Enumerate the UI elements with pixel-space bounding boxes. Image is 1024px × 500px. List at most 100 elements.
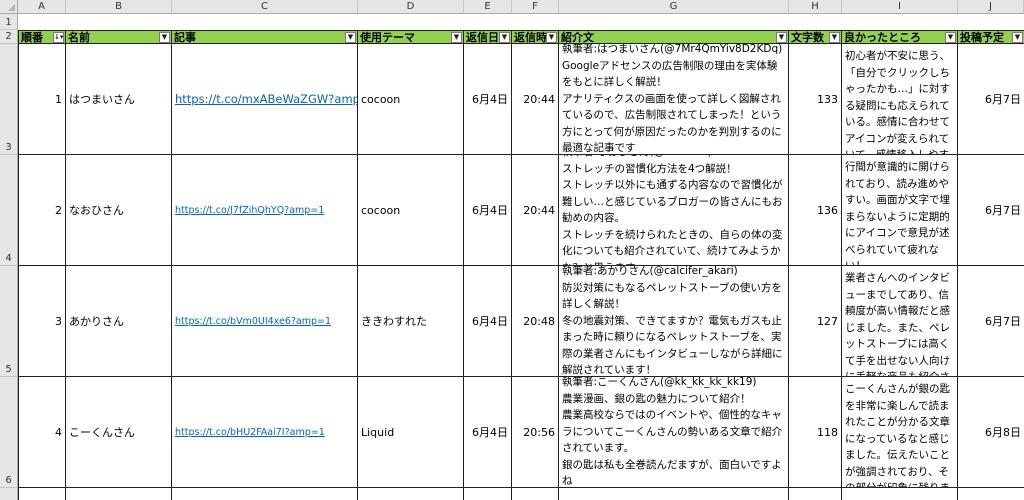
cell-intro[interactable]: 執筆者:はつまいさん(@7Mr4QmYiv8D2KDq) Googleアドセンス…	[559, 44, 789, 155]
header-cell-char-count[interactable]: 文字数 ▼	[789, 30, 842, 44]
cell-order[interactable]: 1	[18, 44, 66, 155]
cell-char-count[interactable]: 136	[789, 155, 842, 266]
cell-intro[interactable]: 執筆者:こーくんさん(@kk_kk_kk_kk19) 農業漫画、銀の匙の魅力につ…	[559, 377, 789, 488]
row-header-5[interactable]: 5	[0, 266, 18, 377]
cell-name[interactable]: なおひさん	[66, 155, 172, 266]
header-cell-reply-date[interactable]: 返信日 ▼	[464, 30, 512, 44]
cell-reply-time[interactable]: 20:44	[512, 44, 559, 155]
header-label: 返信時	[514, 31, 547, 44]
cell-reply-date[interactable]: 6月4日	[464, 377, 512, 488]
filter-dropdown-icon[interactable]: ▼	[159, 32, 170, 43]
header-label: 良かったところ	[844, 31, 921, 44]
filter-dropdown-icon[interactable]: ▼	[546, 32, 557, 43]
filter-dropdown-icon[interactable]: ▼	[499, 32, 510, 43]
cell-theme[interactable]: Liquid	[358, 377, 464, 488]
filter-dropdown-icon[interactable]: ▼	[1012, 32, 1023, 43]
row-header-1[interactable]: 1	[0, 14, 18, 30]
cell-theme[interactable]: cocoon	[358, 155, 464, 266]
cell-char-count[interactable]	[789, 488, 842, 500]
header-cell-reply-time[interactable]: 返信時 ▼	[512, 30, 559, 44]
cell-reply-time[interactable]: 20:56	[512, 377, 559, 488]
header-label: 紹介文	[561, 31, 594, 44]
header-label: 使用テーマ	[360, 31, 415, 44]
cell-reply-date[interactable]: 6月4日	[464, 155, 512, 266]
cell-order[interactable]: 4	[18, 377, 66, 488]
cell-reply-time[interactable]: 20:44	[512, 155, 559, 266]
column-header-d[interactable]: D	[358, 0, 464, 14]
column-header-a[interactable]: A	[18, 0, 66, 14]
cell-char-count[interactable]: 133	[789, 44, 842, 155]
column-header-e[interactable]: E	[464, 0, 512, 14]
cell-article[interactable]: https://t.co/mxABeWaZGW?amp=1	[172, 44, 358, 155]
header-cell-good-points[interactable]: 良かったところ ▼	[842, 30, 958, 44]
header-label: 返信日	[466, 31, 499, 44]
cell-order[interactable]	[18, 488, 66, 500]
cell-name[interactable]	[66, 488, 172, 500]
article-link[interactable]: https://t.co/mxABeWaZGW?amp=1	[175, 92, 357, 106]
header-cell-order[interactable]: 順番 ↓▾	[18, 30, 66, 44]
filter-dropdown-icon[interactable]: ▼	[345, 32, 356, 43]
cell-good-points[interactable]: 初心者が不安に思う、「自分でクリックしちゃったかも…」に対する疑問にも応えられて…	[842, 44, 958, 155]
cell-post-date[interactable]	[958, 488, 1024, 500]
row-header-7[interactable]	[0, 488, 18, 500]
cell-article[interactable]: https://t.co/J7fZihQhYQ?amp=1	[172, 155, 358, 266]
filter-dropdown-icon[interactable]: ▼	[829, 32, 840, 43]
cell-intro[interactable]	[559, 488, 789, 500]
row-header-2[interactable]: 2	[0, 30, 18, 44]
row-header-6[interactable]: 6	[0, 377, 18, 488]
cell-post-date[interactable]: 6月8日	[958, 377, 1024, 488]
cell-name[interactable]: あかりさん	[66, 266, 172, 377]
cell-reply-time[interactable]: 20:48	[512, 266, 559, 377]
cell-intro[interactable]: 執筆者:なおひさん(@Naohi99) ストレッチの習慣化方法を4つ解説！ スト…	[559, 155, 789, 266]
header-cell-article[interactable]: 記事 ▼	[172, 30, 358, 44]
article-link[interactable]: https://t.co/J7fZihQhYQ?amp=1	[175, 205, 324, 216]
cell-reply-date[interactable]: 6月4日	[464, 44, 512, 155]
cell-name[interactable]: こーくんさん	[66, 377, 172, 488]
cell-post-date[interactable]: 6月7日	[958, 155, 1024, 266]
cell-good-points[interactable]: 行間が意識的に開けられており、読み進めやすい。画面が文字で埋まらないように定期的…	[842, 155, 958, 266]
cell-article[interactable]: https://t.co/bVm0UI4xe6?amp=1	[172, 266, 358, 377]
column-header-i[interactable]: I	[842, 0, 958, 14]
cell-intro[interactable]: 執筆者:あかりさん(@calcifer_akari) 防災対策にもなるペレットス…	[559, 266, 789, 377]
sort-filter-icon[interactable]: ↓▾	[53, 32, 64, 43]
filter-dropdown-icon[interactable]: ▼	[451, 32, 462, 43]
column-header-c[interactable]: C	[172, 0, 358, 14]
column-header-g[interactable]: G	[559, 0, 789, 14]
header-label: 投稿予定	[960, 31, 1004, 44]
cell-good-points[interactable]: こーくんさんが銀の匙を非常に楽しんで読まれたことが分かる文章になっているなと感じ…	[842, 377, 958, 488]
header-cell-intro[interactable]: 紹介文 ▼	[559, 30, 789, 44]
cell-post-date[interactable]: 6月7日	[958, 44, 1024, 155]
filter-dropdown-icon[interactable]: ▼	[945, 32, 956, 43]
cell-char-count[interactable]: 127	[789, 266, 842, 377]
cell-theme[interactable]: cocoon	[358, 44, 464, 155]
column-header-j[interactable]: J	[958, 0, 1024, 14]
cell-article[interactable]: https://t.co/bHU2FAai7I?amp=1	[172, 377, 358, 488]
cell-theme[interactable]	[358, 488, 464, 500]
cell-name[interactable]: はつまいさん	[66, 44, 172, 155]
row-header-3[interactable]: 3	[0, 44, 18, 155]
spreadsheet-grid: A B C D E F G H I J 1 2 3 4 5 6 順番 ↓▾ 名前 ▼…	[0, 0, 1024, 500]
article-link[interactable]: https://t.co/bHU2FAai7I?amp=1	[175, 427, 325, 438]
header-cell-theme[interactable]: 使用テーマ ▼	[358, 30, 464, 44]
cell-good-points[interactable]	[842, 488, 958, 500]
header-cell-name[interactable]: 名前 ▼	[66, 30, 172, 44]
column-header-f[interactable]: F	[512, 0, 559, 14]
row-header-4[interactable]: 4	[0, 155, 18, 266]
filter-dropdown-icon[interactable]: ▼	[776, 32, 787, 43]
cell-reply-time[interactable]	[512, 488, 559, 500]
cell-good-points[interactable]: 業者さんへのインタビューまでしてあり、信頼度が高い情報だと感じました。また、ペレ…	[842, 266, 958, 377]
cell-order[interactable]: 2	[18, 155, 66, 266]
cell-post-date[interactable]: 6月7日	[958, 266, 1024, 377]
header-label: 文字数	[791, 31, 824, 44]
header-cell-post-date[interactable]: 投稿予定 ▼	[958, 30, 1024, 44]
cell-order[interactable]: 3	[18, 266, 66, 377]
cell-article[interactable]	[172, 488, 358, 500]
article-link[interactable]: https://t.co/bVm0UI4xe6?amp=1	[175, 316, 331, 327]
cell-reply-date[interactable]: 6月4日	[464, 266, 512, 377]
cell-theme[interactable]: ききわすれた	[358, 266, 464, 377]
select-all-corner[interactable]	[0, 0, 18, 14]
column-header-h[interactable]: H	[789, 0, 842, 14]
column-header-b[interactable]: B	[66, 0, 172, 14]
cell-reply-date[interactable]	[464, 488, 512, 500]
cell-char-count[interactable]: 118	[789, 377, 842, 488]
